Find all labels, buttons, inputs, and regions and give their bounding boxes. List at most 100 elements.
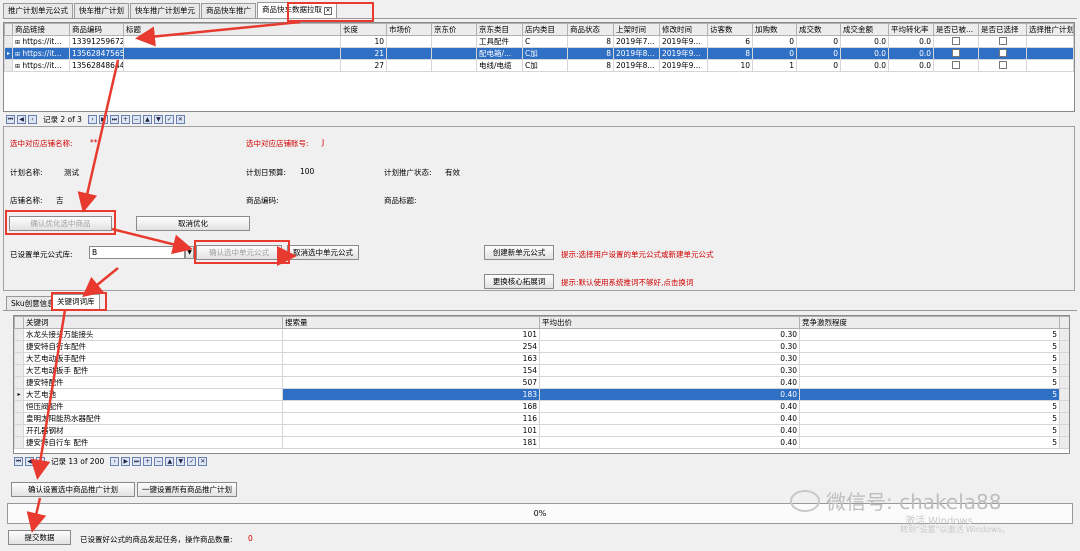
col-header[interactable]: 长度 xyxy=(340,23,387,36)
row-indicator[interactable] xyxy=(14,436,24,449)
table-row[interactable]: ⊞ https://it... 13391259672 10 工具配件 C 8 2019年7… xyxy=(4,35,1074,48)
prev-record-icon[interactable]: ‹ xyxy=(36,456,45,466)
remove-icon[interactable]: − xyxy=(131,114,141,124)
checkbox[interactable] xyxy=(998,48,1007,57)
cell-checkbox[interactable] xyxy=(933,35,979,48)
table-row[interactable]: ▸ 大艺电池 183 0.40 5 xyxy=(14,388,1069,401)
check-icon[interactable]: ✓ xyxy=(187,456,197,466)
cancel-optimize-button[interactable]: 取消优化 xyxy=(136,216,250,231)
col-header[interactable]: 选择推广计划 xyxy=(1026,23,1074,36)
row-indicator[interactable] xyxy=(14,340,24,353)
scrollbar-track[interactable] xyxy=(1059,424,1069,437)
checkbox[interactable] xyxy=(998,60,1007,69)
col-header[interactable]: 关键词 xyxy=(23,316,283,329)
row-indicator[interactable] xyxy=(14,400,24,413)
submit-button[interactable]: 提交数据 xyxy=(8,530,71,545)
table-row[interactable]: 捷安特自行车配件 254 0.30 5 xyxy=(14,340,1069,353)
col-header[interactable]: 商品状态 xyxy=(567,23,614,36)
create-formula-button[interactable]: 创建新单元公式 xyxy=(484,245,554,260)
row-indicator[interactable] xyxy=(14,364,24,377)
table-row[interactable]: 捷安特自行车 配件 181 0.40 5 xyxy=(14,436,1069,449)
tab-product-express[interactable]: 商品快车推广 xyxy=(201,3,256,18)
set-all-plans-button[interactable]: 一键设置所有商品推广计划 xyxy=(137,482,237,497)
col-header[interactable]: 上架时间 xyxy=(613,23,660,36)
col-header[interactable]: 是否已选择 xyxy=(978,23,1027,36)
cell-link[interactable]: ⊞ https://it... xyxy=(12,47,70,60)
row-indicator[interactable] xyxy=(4,59,13,72)
cell-checkbox[interactable] xyxy=(933,47,979,60)
cancel-icon[interactable]: ✕ xyxy=(198,456,208,466)
row-indicator[interactable] xyxy=(14,352,24,365)
first-page-icon[interactable]: ⏮ xyxy=(6,114,15,124)
col-header[interactable]: 平均出价 xyxy=(539,316,800,329)
cell-checkbox[interactable] xyxy=(978,47,1027,60)
scrollbar-track[interactable] xyxy=(1059,436,1069,449)
cell-link[interactable]: ⊞ https://it... xyxy=(12,59,70,72)
scrollbar-track[interactable] xyxy=(1059,400,1069,413)
table-row[interactable]: 开孔器钢材 101 0.40 5 xyxy=(14,424,1069,437)
col-header[interactable]: 标题 xyxy=(123,23,341,36)
col-header[interactable]: 市场价 xyxy=(386,23,432,36)
col-header[interactable]: 商品编码 xyxy=(69,23,124,36)
col-header[interactable]: 访客数 xyxy=(707,23,753,36)
checkbox[interactable] xyxy=(998,36,1007,45)
col-header[interactable]: 是否已被... xyxy=(933,23,979,36)
next-page-icon[interactable]: ▶ xyxy=(98,114,108,124)
table-cell[interactable] xyxy=(1026,35,1074,48)
scrollbar-track[interactable] xyxy=(1059,352,1069,365)
next-record-icon[interactable]: › xyxy=(110,456,120,466)
replace-keyword-button[interactable]: 更换核心拓展词 xyxy=(484,274,554,289)
row-indicator[interactable]: ▸ xyxy=(14,388,24,401)
col-header[interactable]: 京东类目 xyxy=(476,23,523,36)
scrollbar-track[interactable] xyxy=(1059,388,1069,401)
table-row[interactable]: 大艺电动扳手 配件 154 0.30 5 xyxy=(14,364,1069,377)
cancel-icon[interactable]: ✕ xyxy=(175,114,185,124)
row-indicator[interactable] xyxy=(14,328,24,341)
table-row[interactable]: 大艺电动扳手配件 163 0.30 5 xyxy=(14,352,1069,365)
table-row[interactable]: ⊞ https://it... 13562848644 27 电线/电缆 C加 8 2019… xyxy=(4,59,1074,72)
expand-icon[interactable]: ⊞ xyxy=(15,51,20,58)
up-icon[interactable]: ▲ xyxy=(142,114,152,124)
row-indicator[interactable] xyxy=(14,424,24,437)
last-page-icon[interactable]: ⏭ xyxy=(132,456,142,466)
table-row[interactable]: 水龙头接头万能接头 101 0.30 5 xyxy=(14,328,1069,341)
prev-page-icon[interactable]: ◀ xyxy=(25,456,34,466)
first-page-icon[interactable]: ⏮ xyxy=(14,456,23,466)
col-header[interactable]: 加购数 xyxy=(752,23,797,36)
scrollbar-track[interactable] xyxy=(1059,376,1069,389)
prev-page-icon[interactable]: ◀ xyxy=(17,114,26,124)
table-cell[interactable] xyxy=(1026,59,1074,72)
col-header[interactable]: 店内类目 xyxy=(522,23,568,36)
next-page-icon[interactable]: ▶ xyxy=(121,456,131,466)
chevron-down-icon[interactable]: ▼ xyxy=(185,246,194,259)
row-indicator[interactable]: ▸ xyxy=(4,47,13,60)
add-icon[interactable]: + xyxy=(143,456,153,466)
tab-formula[interactable]: 推广计划单元公式 xyxy=(3,3,73,18)
tab-express-plan[interactable]: 快车推广计划 xyxy=(74,3,129,18)
last-page-icon[interactable]: ⏭ xyxy=(109,114,119,124)
cell-checkbox[interactable] xyxy=(933,59,979,72)
scrollbar-track[interactable] xyxy=(1059,328,1069,341)
table-row[interactable]: ▸ ⊞ https://it... 13562847565 21 配电箱/... C加 8 2… xyxy=(4,47,1074,60)
expand-icon[interactable]: ⊞ xyxy=(15,63,20,70)
checkbox[interactable] xyxy=(952,48,960,57)
expand-icon[interactable]: ⊞ xyxy=(15,39,20,46)
scrollbar-track[interactable] xyxy=(1059,412,1069,425)
down-icon[interactable]: ▼ xyxy=(153,114,163,124)
table-row[interactable]: 皇明太阳能热水器配件 116 0.40 5 xyxy=(14,412,1069,425)
formula-lib-select[interactable]: B xyxy=(89,246,185,259)
cancel-unit-formula-button[interactable]: 取消选中单元公式 xyxy=(287,245,359,260)
check-icon[interactable]: ✓ xyxy=(164,114,174,124)
next-record-icon[interactable]: › xyxy=(87,114,97,124)
col-header[interactable]: 成交金额 xyxy=(840,23,889,36)
scrollbar-track[interactable] xyxy=(1059,340,1069,353)
up-icon[interactable]: ▲ xyxy=(165,456,175,466)
prev-record-icon[interactable]: ‹ xyxy=(28,114,37,124)
down-icon[interactable]: ▼ xyxy=(176,456,186,466)
cell-checkbox[interactable] xyxy=(978,59,1027,72)
col-header[interactable]: 商品链接 xyxy=(12,23,70,36)
cell-checkbox[interactable] xyxy=(978,35,1027,48)
cell-link[interactable]: ⊞ https://it... xyxy=(12,35,70,48)
row-indicator[interactable] xyxy=(14,376,24,389)
col-header[interactable]: 京东价 xyxy=(431,23,477,36)
